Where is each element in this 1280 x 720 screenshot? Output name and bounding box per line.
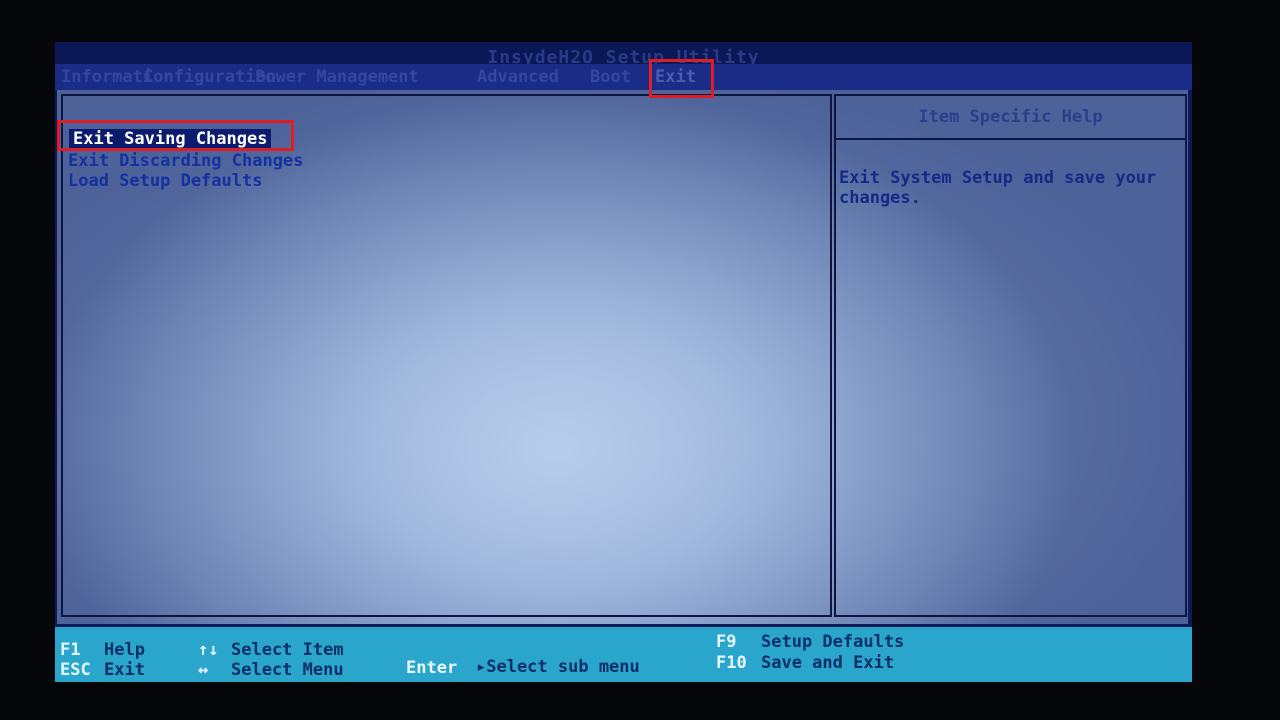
- leftright-arrows-icon: ↔: [198, 660, 209, 680]
- f1-key: F1: [60, 640, 81, 660]
- menu-boot[interactable]: Boot: [590, 64, 631, 90]
- status-bar: F1 Help ESC Exit ↑↓ Select Item ↔ Select…: [55, 627, 1192, 682]
- menu-advanced[interactable]: Advanced: [477, 64, 559, 90]
- f9-desc: Setup Defaults: [761, 632, 905, 652]
- help-text: Exit System Setup and save your changes.: [839, 168, 1167, 208]
- f10-key: F10: [716, 653, 747, 673]
- help-panel: Item Specific Help Exit System Setup and…: [834, 94, 1187, 617]
- menu-power-management[interactable]: Power Management: [255, 64, 419, 90]
- options-panel: Exit Saving Changes Exit Discarding Chan…: [61, 94, 832, 617]
- content-area: Exit Saving Changes Exit Discarding Chan…: [57, 90, 1188, 624]
- esc-desc: Exit: [104, 660, 145, 680]
- enter-desc: ▸Select sub menu: [476, 657, 640, 677]
- updown-arrows-icon: ↑↓: [198, 640, 219, 660]
- help-title: Item Specific Help: [836, 96, 1185, 140]
- app-title: InsydeH2O Setup Utility: [55, 42, 1192, 68]
- f1-desc: Help: [104, 640, 145, 660]
- leftright-desc: Select Menu: [231, 660, 344, 680]
- f10-desc: Save and Exit: [761, 653, 895, 673]
- f9-key: F9: [716, 632, 737, 652]
- exit-saving-changes-highlight-box: [57, 120, 294, 151]
- esc-key: ESC: [60, 660, 91, 680]
- option-load-setup-defaults[interactable]: Load Setup Defaults: [68, 171, 262, 191]
- updown-desc: Select Item: [231, 640, 344, 660]
- exit-tab-highlight-box: [649, 59, 714, 98]
- menu-bar: Information Configuration Power Manageme…: [55, 64, 1192, 90]
- enter-key: Enter: [406, 658, 458, 678]
- option-exit-discarding-changes[interactable]: Exit Discarding Changes: [68, 151, 303, 171]
